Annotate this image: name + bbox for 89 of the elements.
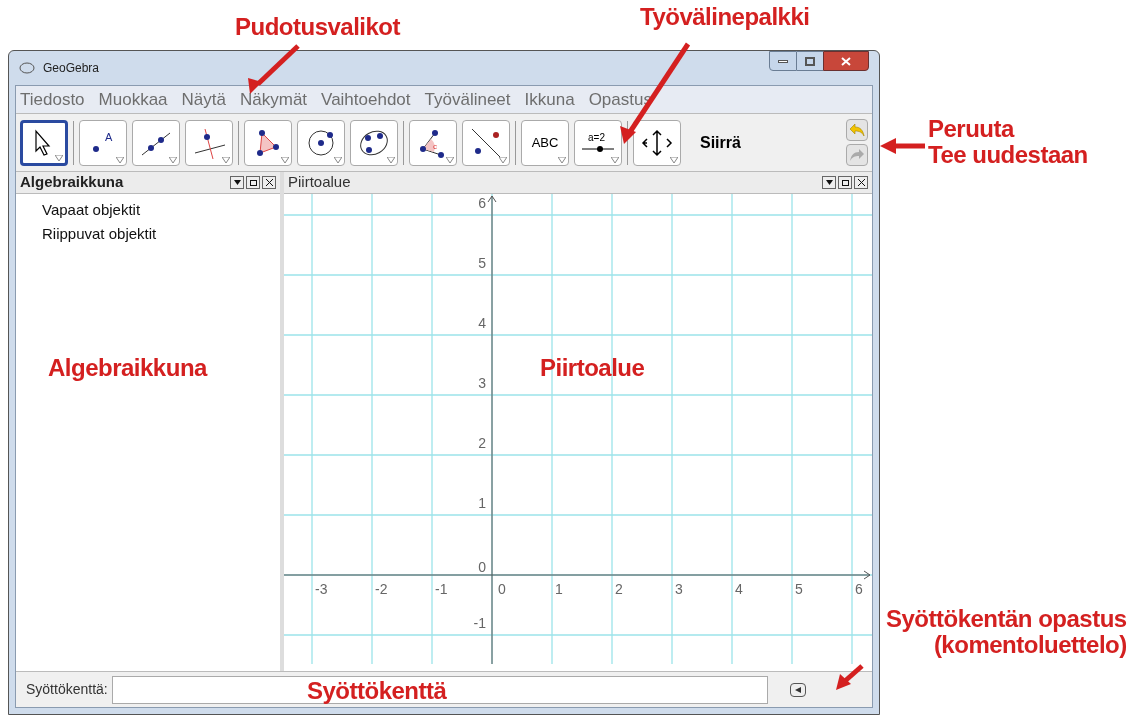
axis-label: 1	[555, 581, 563, 597]
axis-label: 5	[795, 581, 803, 597]
panel-title: Algebraikkuna	[20, 172, 124, 193]
maximize-button[interactable]	[797, 51, 823, 71]
minimize-icon	[778, 59, 788, 63]
annotation-label: Piirtoalue	[540, 355, 645, 381]
tool-label: ABC	[531, 135, 559, 150]
panel-title: Piirtoalue	[288, 172, 351, 193]
axis-label: 6	[855, 581, 863, 597]
tree-item[interactable]: Riippuvat objektit	[42, 222, 280, 246]
annotation-label: Algebraikkuna	[48, 355, 207, 381]
tool-button[interactable]	[350, 119, 398, 166]
annotation-label: Pudotusvalikot	[235, 14, 401, 40]
axis-label: -2	[375, 581, 388, 597]
tool-button[interactable]	[244, 119, 292, 166]
annotation-label: Peruuta	[928, 116, 1016, 142]
panel-menu-button[interactable]	[230, 176, 244, 189]
triangle-down-icon	[825, 180, 833, 185]
tool-button[interactable]	[462, 119, 510, 166]
annotation-label: Työvälinepalkki	[640, 4, 810, 30]
dropdown-triangle-icon	[334, 156, 342, 163]
dropdown-triangle-icon	[611, 156, 619, 163]
dropdown-triangle-icon	[169, 156, 177, 163]
minimize-button[interactable]	[769, 51, 797, 71]
app-logo-icon	[19, 61, 35, 75]
annotation-label: Syöttökenttä	[307, 678, 447, 704]
annotation-label: Tee uudestaan	[928, 142, 1088, 168]
dropdown-triangle-icon	[499, 156, 507, 163]
triangle-down-icon	[233, 180, 241, 185]
tool-button[interactable]	[633, 119, 681, 166]
axis-label: 0	[498, 581, 506, 597]
menu-item[interactable]: Työvälineet	[424, 86, 511, 113]
command-help-button[interactable]	[789, 682, 806, 697]
menu-item[interactable]: Vaihtoehdot	[321, 86, 411, 113]
input-label: Syöttökenttä:	[26, 680, 108, 699]
axis-label: 4	[478, 315, 486, 331]
tool-button[interactable]	[132, 119, 180, 166]
axis-label: -1	[473, 615, 486, 631]
axis-label: 3	[478, 375, 486, 391]
axis-label: 3	[675, 581, 683, 597]
maximize-icon	[805, 56, 815, 66]
tool-button[interactable]: ABC	[521, 119, 569, 166]
axis-label: 1	[478, 495, 486, 511]
axis-label: 2	[478, 435, 486, 451]
axis-label: -3	[315, 581, 328, 597]
annotation-arrow	[836, 664, 864, 690]
menu-item[interactable]: Muokkaa	[98, 86, 168, 113]
tool-name: Siirrä	[700, 132, 741, 153]
undo-icon	[849, 123, 865, 137]
close-icon	[841, 56, 851, 66]
triangle-left-icon	[794, 686, 801, 693]
tool-button[interactable]	[297, 119, 345, 166]
input-field[interactable]	[111, 675, 768, 704]
close-icon	[265, 179, 273, 186]
redo-icon	[849, 148, 865, 162]
menu-item[interactable]: Näytä	[181, 86, 226, 113]
dropdown-triangle-icon	[670, 156, 678, 163]
axis-label: 5	[478, 255, 486, 271]
annotation-label: (komentoluettelo)	[933, 632, 1127, 658]
dropdown-triangle-icon	[55, 154, 63, 161]
dropdown-triangle-icon	[281, 156, 289, 163]
panel-close-button[interactable]	[854, 176, 868, 189]
axis-label: 4	[735, 581, 743, 597]
undock-button[interactable]	[838, 176, 852, 189]
axis-label: -1	[435, 581, 448, 597]
dropdown-triangle-icon	[558, 156, 566, 163]
menu-item[interactable]: Tiedosto	[20, 86, 85, 113]
dropdown-triangle-icon	[387, 156, 395, 163]
panel-menu-button[interactable]	[822, 176, 836, 189]
annotation-label: Syöttökentän opastus	[886, 606, 1127, 632]
tree-item[interactable]: Vapaat objektit	[42, 198, 280, 222]
axis-label: 6	[478, 195, 486, 211]
tool-button[interactable]	[20, 119, 68, 166]
axis-label: 0	[478, 559, 486, 575]
window-title: GeoGebra	[43, 60, 100, 77]
dropdown-triangle-icon	[116, 156, 124, 163]
axis-label: 2	[615, 581, 623, 597]
menu-item[interactable]: Näkymät	[240, 86, 308, 113]
undock-button[interactable]	[246, 176, 260, 189]
panel-close-button[interactable]	[262, 176, 276, 189]
close-button[interactable]	[823, 51, 869, 71]
close-icon	[857, 179, 865, 186]
window-icon	[841, 179, 849, 186]
window-icon	[249, 179, 257, 186]
menu-item[interactable]: Ikkuna	[524, 86, 575, 113]
dropdown-triangle-icon	[222, 156, 230, 163]
annotation-arrow	[880, 138, 925, 154]
dropdown-triangle-icon	[446, 156, 454, 163]
annotation-arrow	[248, 44, 300, 94]
